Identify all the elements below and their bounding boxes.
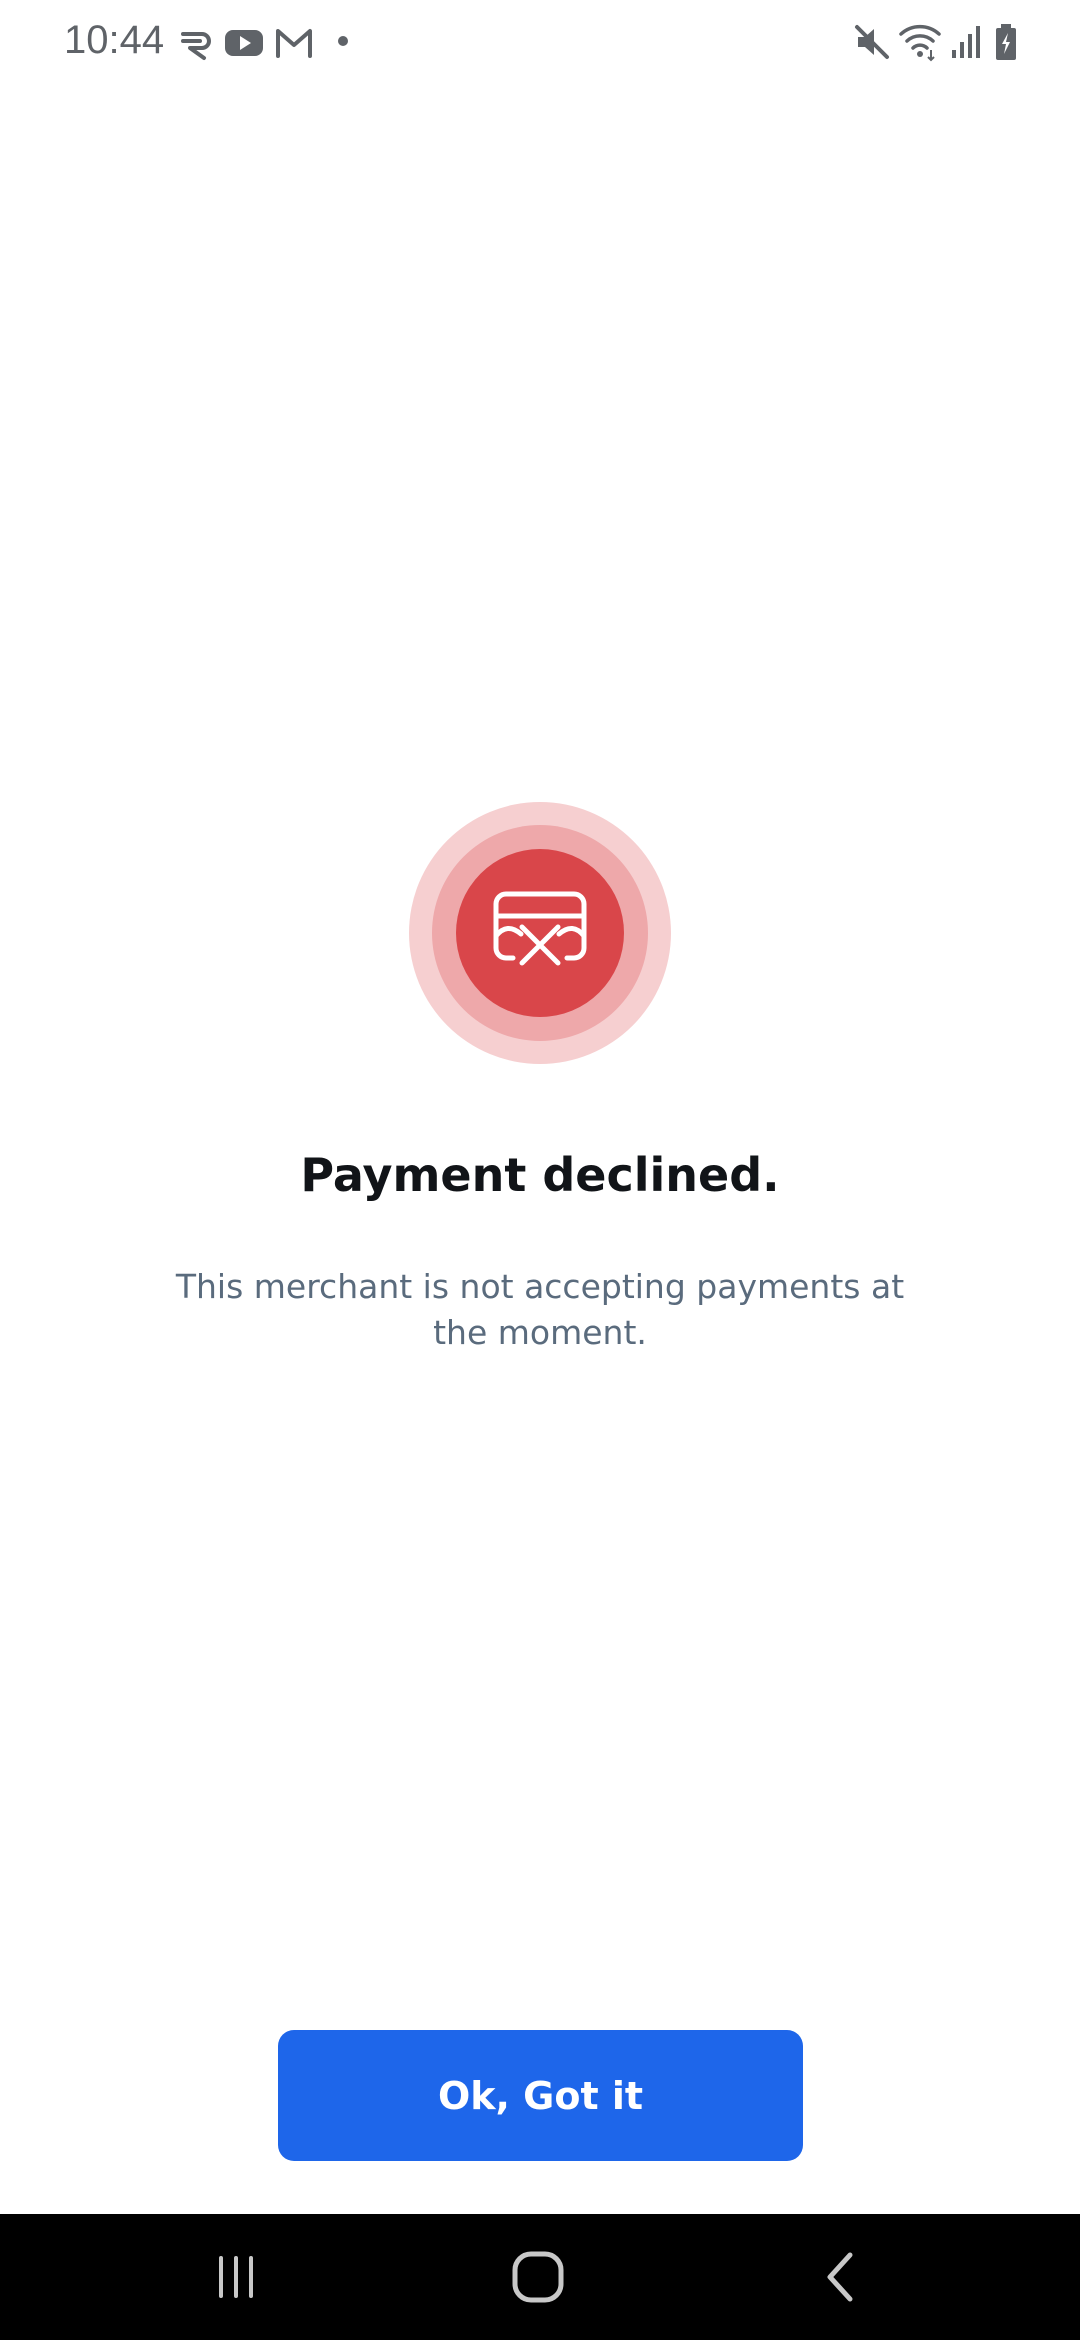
status-bar: 10:44 bbox=[0, 0, 1080, 84]
system-nav-bar bbox=[0, 2214, 1080, 2340]
card-declined-icon bbox=[409, 802, 671, 1064]
battery-icon bbox=[994, 22, 1018, 67]
dot-icon bbox=[336, 34, 350, 53]
payment-declined-screen: 10:44 Payment declined. This merchant is… bbox=[0, 0, 1080, 2340]
wifi-icon bbox=[898, 22, 942, 67]
home-button[interactable] bbox=[438, 2214, 638, 2340]
gmail-icon bbox=[274, 22, 314, 67]
mute-icon bbox=[854, 22, 890, 67]
recent-apps-button[interactable] bbox=[136, 2214, 336, 2340]
payment-declined-icon-badge bbox=[409, 802, 671, 1064]
home-icon bbox=[512, 2251, 564, 2303]
back-icon bbox=[827, 2252, 853, 2302]
youtube-icon bbox=[224, 22, 264, 67]
page-title: Payment declined. bbox=[300, 1148, 780, 1202]
ok-got-it-button[interactable]: Ok, Got it bbox=[278, 2030, 803, 2161]
signal-icon bbox=[950, 22, 984, 67]
status-time: 10:44 bbox=[64, 18, 165, 62]
recent-apps-icon bbox=[219, 2256, 253, 2298]
r-app-icon bbox=[180, 22, 214, 67]
back-button[interactable] bbox=[740, 2214, 940, 2340]
error-message: This merchant is not accepting payments … bbox=[175, 1267, 905, 1352]
